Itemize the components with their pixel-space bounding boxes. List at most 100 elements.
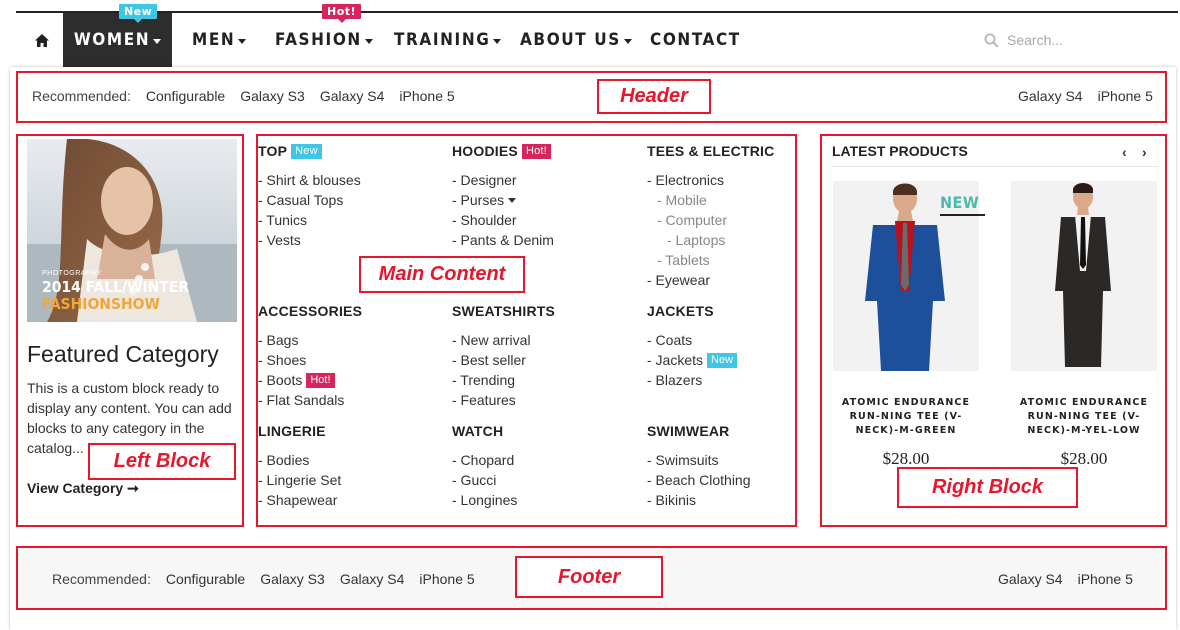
menu-item[interactable]: - Swimsuits xyxy=(647,450,751,470)
menu-subitem[interactable]: - Tablets xyxy=(647,250,727,270)
menu-item[interactable]: - Shirt & blouses xyxy=(258,170,361,190)
menu-subitem[interactable]: - Laptops xyxy=(647,230,727,250)
trouser-shape xyxy=(1066,299,1082,367)
product-name[interactable]: ATOMIC ENDURANCE RUN-NING TEE (V-NECK)-M… xyxy=(1010,396,1158,438)
view-category-link[interactable]: View Category ➞ xyxy=(27,480,139,497)
menu-subitem[interactable]: - Mobile xyxy=(647,190,727,210)
new-tag: New xyxy=(707,352,738,368)
menu-item[interactable]: - Vests xyxy=(258,230,361,250)
nav-item-men[interactable]: MEN xyxy=(192,13,247,67)
menu-item[interactable]: - Designer xyxy=(452,170,554,190)
nav-label-training: TRAINING xyxy=(394,30,491,50)
image-caption-line2: FASHIONSHOW xyxy=(42,295,160,313)
recommended-label: Recommended: xyxy=(32,88,131,104)
menu-heading-jackets[interactable]: JACKETS xyxy=(647,303,714,319)
chevron-left-icon[interactable]: ‹ xyxy=(1122,144,1127,160)
menu-item[interactable]: - Bikinis xyxy=(647,490,751,510)
menu-list-top: - Shirt & blouses - Casual Tops - Tunics… xyxy=(258,170,361,250)
menu-item[interactable]: - Shoulder xyxy=(452,210,554,230)
menu-item[interactable]: - New arrival xyxy=(452,330,531,350)
recommended-link[interactable]: iPhone 5 xyxy=(419,571,474,587)
menu-list-watch: - Chopard - Gucci - Longines xyxy=(452,450,517,510)
menu-heading-top[interactable]: TOP New xyxy=(258,143,322,159)
recommended-link[interactable]: iPhone 5 xyxy=(1078,571,1133,587)
footer-right-links: Galaxy S4 iPhone 5 xyxy=(998,571,1133,587)
nav-badge-new: New xyxy=(119,4,158,23)
menu-item[interactable]: - Trending xyxy=(452,370,531,390)
product-price: $28.00 xyxy=(882,449,930,468)
menu-item[interactable]: - Shapewear xyxy=(258,490,341,510)
menu-item[interactable]: - Coats xyxy=(647,330,737,350)
image-caption-small: PHOTOGRAPHY xyxy=(42,270,102,277)
menu-heading-lingerie[interactable]: LINGERIE xyxy=(258,423,326,439)
search-box[interactable] xyxy=(984,13,1174,67)
menu-item[interactable]: - Lingerie Set xyxy=(258,470,341,490)
nav-item-about[interactable]: ABOUT US xyxy=(520,13,632,67)
menu-item[interactable]: - Bags xyxy=(258,330,344,350)
menu-item[interactable]: - Eyewear xyxy=(647,270,727,290)
menu-subitem[interactable]: - Computer xyxy=(647,210,727,230)
nav-item-women[interactable]: New WOMEN xyxy=(63,4,172,67)
menu-heading-sweatshirts[interactable]: SWEATSHIRTS xyxy=(452,303,555,319)
footer-annotation: Footer xyxy=(515,556,663,598)
chevron-down-icon xyxy=(153,38,162,44)
recommended-link[interactable]: iPhone 5 xyxy=(1098,88,1153,104)
header-recommended: Recommended: Configurable Galaxy S3 Gala… xyxy=(32,88,455,104)
menu-item[interactable]: - Casual Tops xyxy=(258,190,361,210)
menu-heading-accessories[interactable]: ACCESSORIES xyxy=(258,303,362,319)
recommended-link[interactable]: Galaxy S3 xyxy=(240,88,305,104)
menu-item[interactable]: - Purses xyxy=(452,190,554,210)
trouser-shape xyxy=(1084,299,1100,367)
recommended-link[interactable]: Galaxy S4 xyxy=(340,571,405,587)
left-block-annotation: Left Block xyxy=(88,443,236,480)
menu-heading-swimwear[interactable]: SWIMWEAR xyxy=(647,423,729,439)
product-image[interactable] xyxy=(1011,181,1157,371)
menu-item[interactable]: - Bodies xyxy=(258,450,341,470)
menu-item[interactable]: - Jackets New xyxy=(647,350,738,370)
nav-item-contact[interactable]: CONTACT xyxy=(650,13,741,67)
product-name[interactable]: ATOMIC ENDURANCE RUN-NING TEE (V-NECK)-M… xyxy=(832,396,980,438)
trouser-shape xyxy=(907,311,929,371)
menu-heading-hoodies[interactable]: HOODIES Hot! xyxy=(452,143,551,159)
nav-item-fashion[interactable]: Hot! FASHION xyxy=(275,4,373,67)
recommended-link[interactable]: Galaxy S4 xyxy=(1018,88,1083,104)
chevron-down-icon xyxy=(364,38,373,44)
nav-label-contact: CONTACT xyxy=(650,30,741,50)
menu-item[interactable]: - Longines xyxy=(452,490,517,510)
product-figure-2 xyxy=(1011,181,1157,371)
product-price: $28.00 xyxy=(1060,449,1108,468)
home-icon[interactable] xyxy=(22,13,62,67)
page: New WOMEN MEN Hot! FASHION TRAINING ABOU… xyxy=(0,0,1180,630)
menu-item[interactable]: - Best seller xyxy=(452,350,531,370)
featured-category-title: Featured Category xyxy=(27,341,219,367)
menu-list-sweatshirts: - New arrival - Best seller - Trending -… xyxy=(452,330,531,410)
nav-item-training[interactable]: TRAINING xyxy=(394,13,502,67)
chevron-right-icon[interactable]: › xyxy=(1142,144,1147,160)
menu-item[interactable]: - Electronics xyxy=(647,170,727,190)
menu-item[interactable]: - Pants & Denim xyxy=(452,230,554,250)
nav-label-women: WOMEN xyxy=(73,30,151,50)
menu-item[interactable]: - Shoes xyxy=(258,350,344,370)
menu-item[interactable]: - Beach Clothing xyxy=(647,470,751,490)
main-content-annotation: Main Content xyxy=(359,256,525,293)
search-input[interactable] xyxy=(1007,32,1157,48)
menu-heading-tees[interactable]: TEES & ELECTRIC xyxy=(647,143,774,159)
recommended-link[interactable]: Configurable xyxy=(166,571,245,587)
recommended-link[interactable]: Galaxy S4 xyxy=(320,88,385,104)
recommended-link[interactable]: Galaxy S3 xyxy=(260,571,325,587)
menu-item[interactable]: - Tunics xyxy=(258,210,361,230)
menu-item[interactable]: - Flat Sandals xyxy=(258,390,344,410)
menu-heading-watch[interactable]: WATCH xyxy=(452,423,503,439)
menu-item[interactable]: - Features xyxy=(452,390,531,410)
menu-item[interactable]: - Blazers xyxy=(647,370,737,390)
footer-recommended: Recommended: Configurable Galaxy S3 Gala… xyxy=(52,571,475,587)
recommended-link[interactable]: iPhone 5 xyxy=(399,88,454,104)
menu-item[interactable]: - Chopard xyxy=(452,450,517,470)
menu-item[interactable]: - Gucci xyxy=(452,470,517,490)
recommended-link[interactable]: Configurable xyxy=(146,88,225,104)
recommended-link[interactable]: Galaxy S4 xyxy=(998,571,1063,587)
recommended-label: Recommended: xyxy=(52,571,151,587)
menu-item[interactable]: - Boots Hot! xyxy=(258,370,344,390)
latest-products-title: LATEST PRODUCTS xyxy=(832,143,968,159)
nav-badge-hot: Hot! xyxy=(322,4,362,23)
